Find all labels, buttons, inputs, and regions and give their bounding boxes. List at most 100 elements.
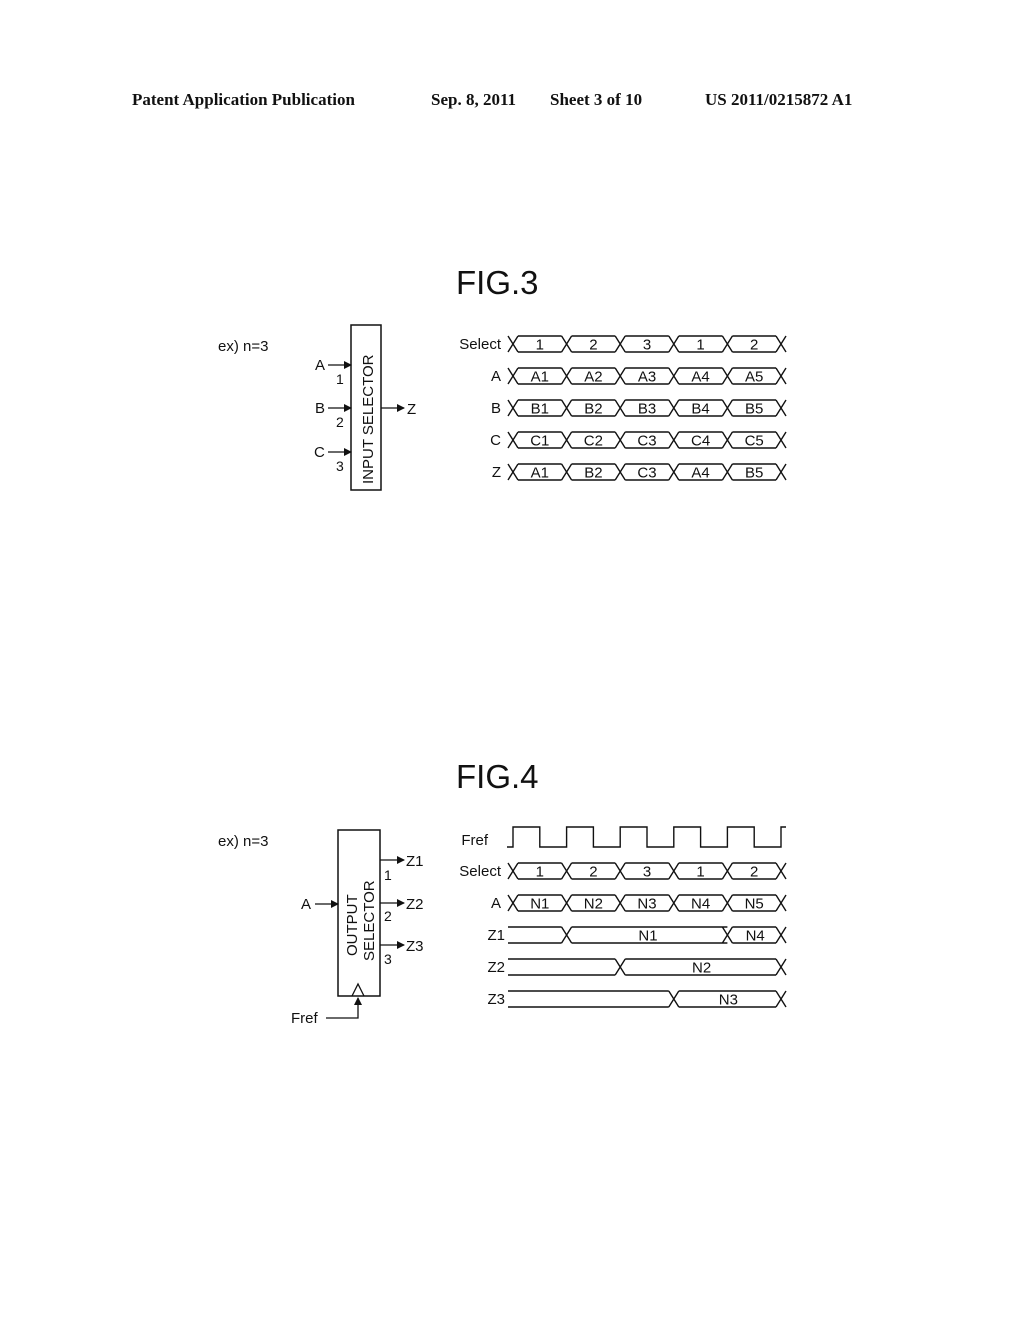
- value-cell: C3: [637, 465, 656, 482]
- value-cell: A5: [745, 369, 763, 386]
- transition-mark: [614, 431, 626, 449]
- value-cell: B2: [584, 465, 602, 482]
- transition-mark: [507, 335, 519, 353]
- value-cell: 1: [536, 337, 544, 354]
- fig3-input-b-label: B: [315, 400, 325, 417]
- value-cell: A2: [584, 369, 602, 386]
- transition-mark: [721, 367, 733, 385]
- value-cell: B5: [745, 401, 763, 418]
- fig4-output-z3-index: 3: [384, 951, 392, 967]
- value-cell: A1: [531, 465, 549, 482]
- output-selector-label-line1: OUTPUT: [344, 894, 361, 956]
- value-cell: B3: [638, 401, 656, 418]
- transition-mark: [507, 431, 519, 449]
- fig3-signal-label: B: [491, 400, 501, 417]
- fig3-input-a-label: A: [315, 357, 325, 374]
- fig4-output-z2-label: Z2: [406, 896, 424, 913]
- transition-mark: [614, 367, 626, 385]
- transition-mark: [721, 926, 733, 944]
- fig4-row-fref: Fref: [461, 826, 786, 849]
- transition-mark: [775, 431, 787, 449]
- transition-mark: [561, 926, 573, 944]
- value-cell: B1: [531, 401, 549, 418]
- transition-mark: [614, 958, 626, 976]
- fig4-output-z2-index: 2: [384, 908, 392, 924]
- value-cell: N5: [745, 896, 764, 913]
- fig4-signal-label: A: [491, 895, 501, 912]
- fig4-signal-label: Z2: [487, 959, 505, 976]
- transition-mark: [775, 463, 787, 481]
- transition-mark: [775, 894, 787, 912]
- transition-mark: [561, 431, 573, 449]
- fig3-signal-label: C: [490, 432, 501, 449]
- idle-line: [508, 990, 669, 1008]
- transition-mark: [561, 894, 573, 912]
- transition-mark: [721, 894, 733, 912]
- transition-mark: [507, 399, 519, 417]
- transition-mark: [668, 862, 680, 880]
- transition-mark: [507, 894, 519, 912]
- fig3-row-c: C C1 C2 C3 C4 C5: [490, 431, 787, 450]
- value-cell: N2: [584, 896, 603, 913]
- value-cell: C2: [584, 433, 603, 450]
- fig3-input-c-index: 3: [336, 458, 344, 474]
- output-selector-label-line2: SELECTOR: [361, 880, 378, 961]
- fig4-output-z3-label: Z3: [406, 938, 424, 955]
- transition-mark: [561, 367, 573, 385]
- transition-mark: [721, 431, 733, 449]
- transition-mark: [561, 399, 573, 417]
- patent-figures: ex) n=3 INPUT SELECTOR A 1 B 2 C 3 Z Sel…: [218, 324, 787, 1027]
- fig3-timing-diagram: Select 1 2 3 1 2 A A1 A2 A3 A4 A5 B B1 B2 B3 B4 B5 C C1 C2 C3…: [459, 335, 787, 482]
- transition-mark: [721, 463, 733, 481]
- value-cell: A4: [691, 369, 709, 386]
- value-cell: 1: [696, 864, 704, 881]
- value-cell: 2: [750, 864, 758, 881]
- value-cell: A1: [531, 369, 549, 386]
- transition-mark: [668, 990, 680, 1008]
- value-cell: 1: [696, 337, 704, 354]
- fig3-input-a-index: 1: [336, 371, 344, 387]
- transition-mark: [775, 399, 787, 417]
- fig3-row-select: Select 1 2 3 1 2: [459, 335, 787, 354]
- transition-mark: [614, 862, 626, 880]
- fig4-output-z1-index: 1: [384, 867, 392, 883]
- transition-mark: [721, 862, 733, 880]
- fig4-row-z2: Z2 N2: [487, 958, 787, 977]
- value-cell: 3: [643, 337, 651, 354]
- fig3-row-a: A A1 A2 A3 A4 A5: [491, 367, 787, 386]
- value-cell: N4: [746, 928, 765, 945]
- transition-mark: [775, 990, 787, 1008]
- transition-mark: [668, 367, 680, 385]
- transition-mark: [775, 367, 787, 385]
- value-cell: C1: [530, 433, 549, 450]
- value-cell: N2: [692, 960, 711, 977]
- fig3-example-label: ex) n=3: [218, 338, 268, 355]
- fig4-row-select: Select 1 2 3 1 2: [459, 862, 787, 881]
- fig4-timing-diagram: Fref Select 1 2 3 1 2 A N1 N2 N3 N4 N5 Z1 N1 N4 Z2 N2 Z3 N3: [459, 826, 787, 1009]
- value-cell: B4: [691, 401, 709, 418]
- value-cell: 1: [536, 864, 544, 881]
- fig4-signal-label: Z1: [487, 927, 505, 944]
- transition-mark: [668, 894, 680, 912]
- transition-mark: [614, 894, 626, 912]
- fig3-input-b-index: 2: [336, 414, 344, 430]
- transition-mark: [668, 399, 680, 417]
- value-cell: B2: [584, 401, 602, 418]
- fig3-row-z: Z A1 B2 C3 A4 B5: [492, 463, 787, 482]
- transition-mark: [775, 862, 787, 880]
- transition-mark: [561, 463, 573, 481]
- fig4-signal-label: Z3: [487, 991, 505, 1008]
- transition-mark: [721, 335, 733, 353]
- value-cell: N3: [719, 992, 738, 1009]
- fig4-row-a: A N1 N2 N3 N4 N5: [491, 894, 787, 913]
- fig4-fref-arrow: [326, 997, 362, 1019]
- fig4-signal-label: Fref: [461, 832, 489, 849]
- transition-mark: [614, 463, 626, 481]
- fig4-row-z1: Z1 N1 N4: [487, 926, 787, 945]
- transition-mark: [507, 862, 519, 880]
- fig4-signal-label: Select: [459, 863, 502, 880]
- fig4-block-diagram: ex) n=3 OUTPUT SELECTOR A Fref Z1 1 Z2 2…: [218, 829, 424, 1027]
- value-cell: 2: [589, 864, 597, 881]
- fig3-output-label: Z: [407, 401, 416, 418]
- transition-mark: [614, 335, 626, 353]
